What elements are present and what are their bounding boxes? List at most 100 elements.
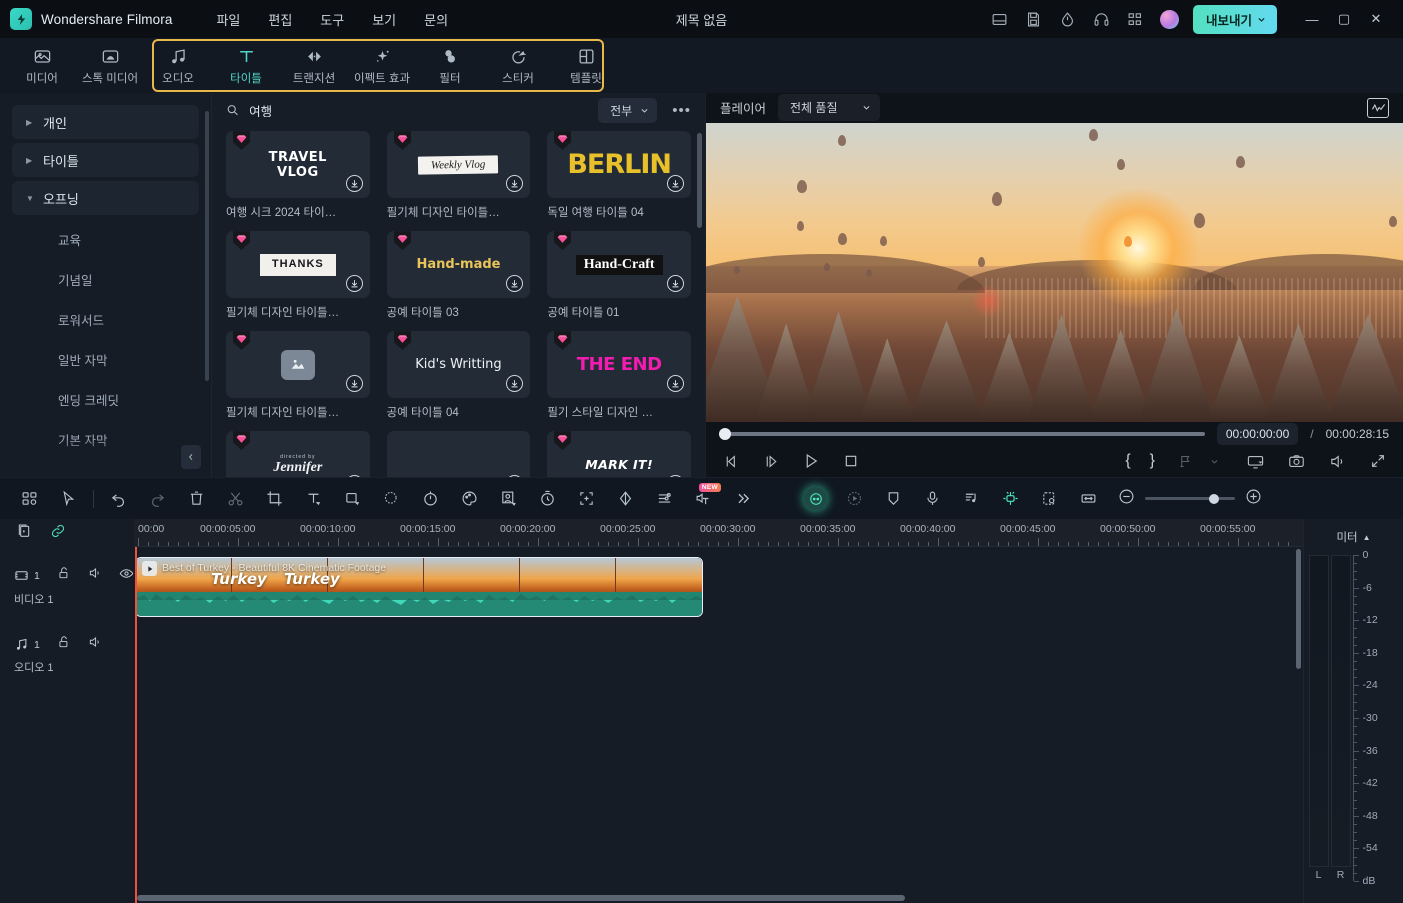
add-track-icon[interactable] <box>16 523 32 544</box>
download-button[interactable] <box>506 375 524 392</box>
stabilize-button[interactable] <box>874 478 913 520</box>
duration-button[interactable] <box>528 478 567 520</box>
zoom-slider-handle[interactable] <box>1209 493 1219 504</box>
search-field-group[interactable] <box>226 103 590 117</box>
tab-templates[interactable]: 템플릿 <box>552 38 620 93</box>
text-to-speech-button[interactable]: NEW <box>684 478 723 520</box>
tab-filters[interactable]: 필터 <box>416 38 484 93</box>
download-button[interactable] <box>506 175 524 192</box>
sidebar-item-callout[interactable]: 설명선 <box>0 459 211 478</box>
split-button[interactable] <box>216 478 255 520</box>
download-button[interactable] <box>345 375 363 392</box>
voiceover-button[interactable] <box>913 478 952 520</box>
template-card[interactable]: directed by Jennifer 필기체 디자인 타이틀… <box>226 431 370 477</box>
video-lane[interactable]: Best of Turkey - Beautiful 8K Cinematic … <box>134 557 1303 617</box>
sidebar-item-ending-credits[interactable]: 엔딩 크레딧 <box>0 379 211 419</box>
tab-titles[interactable]: 타이틀 <box>212 38 280 93</box>
sidebar-item-lower-third[interactable]: 로워서드 <box>0 299 211 339</box>
link-icon[interactable] <box>50 523 66 544</box>
shape-button[interactable] <box>333 478 372 520</box>
performance-icon[interactable] <box>1058 9 1078 29</box>
seek-slider[interactable] <box>719 427 1205 440</box>
template-card[interactable]: MARK IT! 공예 타이틀 02 <box>547 431 691 477</box>
ai-copilot-button[interactable] <box>796 478 835 520</box>
next-frame-button[interactable] <box>760 450 782 472</box>
audio-detach-button[interactable] <box>952 478 991 520</box>
template-card[interactable]: THE END 필기 스타일 디자인 … <box>547 331 691 420</box>
tab-transitions[interactable]: 트랜지션 <box>280 38 348 93</box>
crop-button[interactable] <box>255 478 294 520</box>
template-card[interactable]: 필기체 디자인 타이틀… <box>226 331 370 420</box>
menu-file[interactable]: 파일 <box>202 5 254 34</box>
volume-button[interactable] <box>1326 450 1348 472</box>
render-preview-button[interactable] <box>1244 450 1266 472</box>
more-tools-button[interactable] <box>723 478 762 520</box>
sidebar-scrollbar[interactable] <box>205 111 209 381</box>
fullscreen-button[interactable] <box>1367 450 1389 472</box>
quality-dropdown[interactable]: 전체 품질 <box>778 94 880 122</box>
template-card[interactable]: Hand-made 공예 타이틀 03 <box>386 231 531 320</box>
tab-stock-media[interactable]: 스톡 미디어 <box>76 38 144 93</box>
headphone-icon[interactable] <box>1092 9 1112 29</box>
unlock-icon[interactable] <box>57 566 71 585</box>
avatar[interactable] <box>1159 9 1179 29</box>
template-card[interactable]: DESTINATION 로어써드 01 <box>386 431 531 477</box>
snapshot-button[interactable] <box>1285 450 1307 472</box>
adjust-button[interactable] <box>645 478 684 520</box>
speaker-icon[interactable] <box>88 566 102 585</box>
current-timecode[interactable]: 00:00:00:00 <box>1216 422 1299 445</box>
tab-effects[interactable]: 이펙트 효과 <box>348 38 416 93</box>
close-button[interactable]: ✕ <box>1361 4 1391 34</box>
timeline-horizontal-scrollbar[interactable] <box>137 895 905 901</box>
zoom-slider[interactable] <box>1145 493 1235 504</box>
marker-dropdown-icon[interactable] <box>1203 450 1225 472</box>
fit-timeline-button[interactable] <box>1069 478 1108 520</box>
redo-button[interactable] <box>138 478 177 520</box>
sidebar-item-anniversary[interactable]: 기념일 <box>0 259 211 299</box>
tab-stickers[interactable]: 스티커 <box>484 38 552 93</box>
search-input[interactable] <box>249 103 590 117</box>
tab-media[interactable]: 미디어 <box>8 38 76 93</box>
green-screen-button[interactable] <box>489 478 528 520</box>
motion-tracking-button[interactable] <box>835 478 874 520</box>
mark-out-button[interactable]: } <box>1150 452 1155 470</box>
template-card[interactable]: BERLIN 독일 여행 타이틀 04 <box>547 131 691 220</box>
menu-tools[interactable]: 도구 <box>306 5 358 34</box>
sidebar-category-personal[interactable]: ▶ 개인 <box>12 105 199 139</box>
video-clip[interactable]: Best of Turkey - Beautiful 8K Cinematic … <box>135 557 703 617</box>
keyframe-button[interactable] <box>606 478 645 520</box>
export-button[interactable]: 내보내기 <box>1192 4 1277 34</box>
menu-view[interactable]: 보기 <box>358 5 410 34</box>
mark-in-button[interactable]: { <box>1125 452 1130 470</box>
sidebar-category-opening[interactable]: ▼ 오프닝 <box>12 181 199 215</box>
ai-tools-button[interactable] <box>991 478 1030 520</box>
waveform-scope-icon[interactable] <box>1367 97 1389 118</box>
timeline-vertical-scrollbar[interactable] <box>1296 549 1301 669</box>
select-tool-button[interactable] <box>49 478 88 520</box>
zoom-out-button[interactable] <box>1118 488 1135 510</box>
mask-button[interactable] <box>372 478 411 520</box>
filter-dropdown[interactable]: 전부 <box>598 97 658 123</box>
undo-button[interactable] <box>99 478 138 520</box>
delete-button[interactable] <box>177 478 216 520</box>
template-card[interactable]: Hand-Craft 공예 타이틀 01 <box>547 231 691 320</box>
download-button[interactable] <box>345 175 363 192</box>
download-button[interactable] <box>667 375 684 392</box>
speed-button[interactable] <box>411 478 450 520</box>
minimize-button[interactable]: — <box>1297 4 1327 34</box>
split-view-icon[interactable] <box>990 9 1010 29</box>
sidebar-category-titles[interactable]: ▶ 타이틀 <box>12 143 199 177</box>
video-preview[interactable] <box>706 122 1403 422</box>
template-card[interactable]: Weekly Vlog 필기체 디자인 타이틀… <box>386 131 531 220</box>
download-button[interactable] <box>667 175 684 192</box>
marker-icon[interactable] <box>1174 450 1196 472</box>
auto-reframe-button[interactable] <box>567 478 606 520</box>
zoom-in-button[interactable] <box>1245 488 1262 510</box>
playhead[interactable]: 6 <box>135 547 137 903</box>
download-button[interactable] <box>667 275 684 292</box>
save-icon[interactable] <box>1024 9 1044 29</box>
text-button[interactable] <box>294 478 333 520</box>
stop-button[interactable] <box>840 450 862 472</box>
sidebar-item-education[interactable]: 교육 <box>0 219 211 259</box>
sidebar-collapse-button[interactable] <box>181 445 201 469</box>
